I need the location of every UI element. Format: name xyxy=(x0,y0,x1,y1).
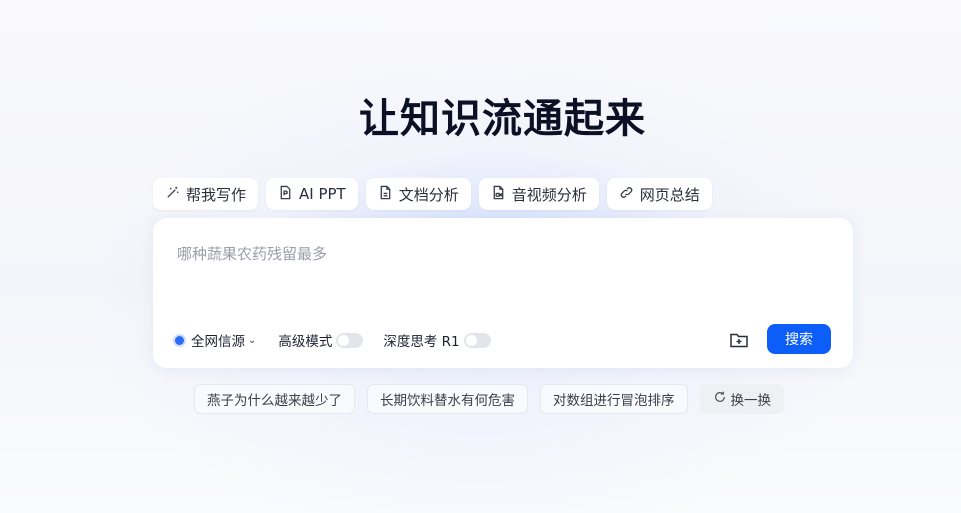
tool-webpage-summary-label: 网页总结 xyxy=(639,185,700,204)
audio-video-file-icon xyxy=(491,185,506,204)
tool-ai-ppt[interactable]: AI PPT xyxy=(266,178,358,210)
deep-thinking-label: 深度思考 R1 xyxy=(383,334,460,350)
source-dot-icon xyxy=(175,335,184,345)
advanced-mode-toggle[interactable] xyxy=(336,332,364,348)
chevron-down-icon: ⌄ xyxy=(248,334,257,346)
tool-ai-ppt-label: AI PPT xyxy=(299,185,346,203)
deep-thinking-option[interactable]: 深度思考 R1 xyxy=(383,330,491,350)
refresh-label: 换一换 xyxy=(730,393,772,409)
source-label: 全网信源 xyxy=(191,334,245,350)
magic-wand-icon xyxy=(165,185,180,204)
suggestions: 燕子为什么越来越少了 长期饮料替水有何危害 对数组进行冒泡排序 换一换 xyxy=(194,384,784,414)
link-icon xyxy=(619,185,634,204)
tool-av-analysis[interactable]: 音视频分析 xyxy=(478,178,599,210)
suggestion-item[interactable]: 长期饮料替水有何危害 xyxy=(367,384,528,414)
suggestion-item[interactable]: 对数组进行冒泡排序 xyxy=(540,384,688,414)
tool-webpage-summary[interactable]: 网页总结 xyxy=(606,178,712,210)
search-button[interactable]: 搜索 xyxy=(767,324,831,354)
refresh-icon xyxy=(713,390,727,408)
tool-document-analysis[interactable]: 文档分析 xyxy=(365,178,471,210)
document-icon xyxy=(378,185,393,204)
page-title: 让知识流通起来 xyxy=(359,96,646,142)
refresh-button[interactable]: 换一换 xyxy=(699,384,784,414)
tool-av-analysis-label: 音视频分析 xyxy=(511,185,587,204)
deep-thinking-toggle[interactable] xyxy=(463,332,491,348)
search-input[interactable] xyxy=(175,244,819,264)
tool-writing-label: 帮我写作 xyxy=(186,185,247,204)
search-card: 全网信源 ⌄ 高级模式 深度思考 R1 搜索 xyxy=(153,218,853,368)
tool-bar: 帮我写作 AI PPT 文档分析 音视频分析 网页总结 xyxy=(153,178,712,210)
ppt-file-icon xyxy=(278,185,293,204)
suggestion-item[interactable]: 燕子为什么越来越少了 xyxy=(194,384,355,414)
advanced-mode-option[interactable]: 高级模式 xyxy=(278,330,364,350)
tool-document-analysis-label: 文档分析 xyxy=(398,185,459,204)
search-options: 全网信源 ⌄ 高级模式 深度思考 R1 xyxy=(175,330,491,350)
tool-writing[interactable]: 帮我写作 xyxy=(153,178,259,210)
upload-folder-icon[interactable] xyxy=(728,328,750,350)
source-selector[interactable]: 全网信源 ⌄ xyxy=(175,330,256,350)
advanced-mode-label: 高级模式 xyxy=(278,334,333,350)
